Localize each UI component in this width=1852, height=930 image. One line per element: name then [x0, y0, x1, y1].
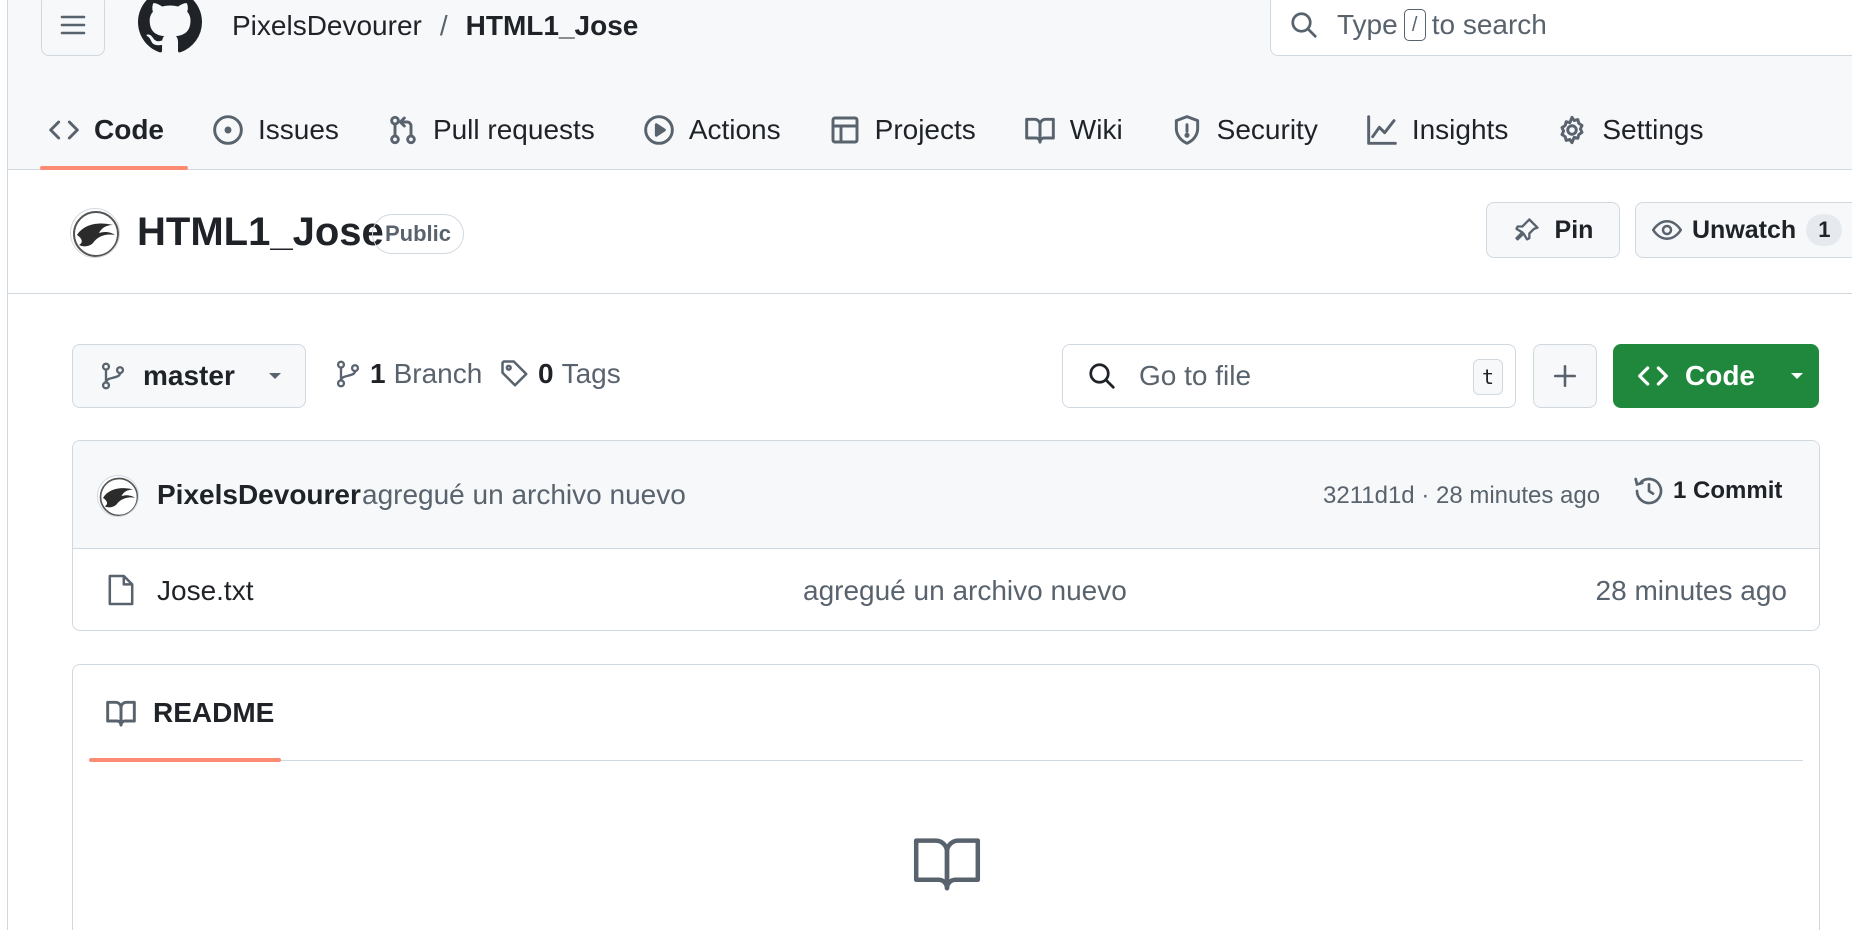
search-placeholder-prefix: Type: [1337, 9, 1398, 40]
tab-label: Issues: [258, 114, 339, 145]
repo-name-heading[interactable]: HTML1_Jose: [137, 210, 384, 255]
breadcrumb-repo-link[interactable]: HTML1_Jose: [466, 10, 639, 42]
repo-nav-tabs: Code Issues Pull requests Actions Projec…: [8, 90, 1728, 170]
table-icon: [831, 116, 859, 144]
tag-count-label: Tags: [561, 358, 621, 389]
tab-label: Wiki: [1069, 114, 1123, 145]
tab-readme[interactable]: README: [89, 665, 281, 762]
tab-pull-requests[interactable]: Pull requests: [363, 90, 619, 170]
eye-icon: [1652, 219, 1682, 241]
search-icon: [1089, 363, 1115, 389]
tab-label: Insights: [1411, 114, 1509, 145]
branch-icon: [101, 362, 125, 390]
history-icon: [1634, 477, 1663, 505]
commit-message-link[interactable]: agregué un archivo nuevo: [362, 479, 686, 511]
unwatch-button[interactable]: Unwatch 1: [1635, 202, 1852, 258]
readme-header: README: [89, 665, 1803, 762]
branch-name: master: [143, 360, 235, 391]
tab-label: Code: [94, 114, 164, 145]
code-icon: [49, 120, 79, 140]
repo-title-bar: HTML1_Jose Public Pin Unwatch 1: [8, 170, 1852, 294]
branch-icon: [336, 360, 360, 388]
go-to-file-input[interactable]: Go to file t: [1062, 344, 1516, 408]
tab-label: Security: [1216, 114, 1318, 145]
search-placeholder-suffix: to search: [1431, 9, 1547, 40]
commit-author-link[interactable]: PixelsDevourer: [157, 479, 361, 511]
gear-icon: [1560, 115, 1584, 145]
pin-icon: [1514, 218, 1539, 241]
pin-label: Pin: [1554, 215, 1594, 244]
go-to-file-shortcut: t: [1473, 359, 1503, 395]
search-shortcut-key: /: [1403, 9, 1426, 41]
book-icon: [106, 700, 136, 727]
code-button-label: Code: [1685, 360, 1755, 391]
readme-panel: README: [72, 664, 1820, 930]
code-icon: [1638, 366, 1668, 386]
graph-icon: [1367, 115, 1397, 145]
unwatch-label: Unwatch: [1692, 215, 1797, 244]
tab-projects[interactable]: Projects: [805, 90, 1000, 170]
pull-request-icon: [390, 115, 416, 145]
commit-history-link[interactable]: 1 Commit: [1633, 475, 1782, 507]
tag-icon: [501, 360, 528, 387]
tab-label: Projects: [874, 114, 976, 145]
github-logo-icon[interactable]: [138, 0, 202, 54]
commit-count-label: 1 Commit: [1673, 477, 1783, 504]
play-icon: [644, 115, 674, 145]
menu-button[interactable]: [41, 0, 105, 56]
watch-count-badge: 1: [1806, 214, 1843, 246]
file-commit-message[interactable]: agregué un archivo nuevo: [803, 575, 1127, 607]
readme-tab-label: README: [153, 697, 275, 728]
tags-link[interactable]: 0 Tags: [500, 358, 621, 390]
add-file-button[interactable]: [1533, 344, 1597, 408]
file-icon: [108, 574, 134, 606]
breadcrumb-owner-link[interactable]: PixelsDevourer: [232, 10, 422, 42]
tab-label: Pull requests: [432, 114, 595, 145]
code-dropdown-button[interactable]: Code: [1613, 344, 1819, 408]
tag-count: 0: [538, 358, 554, 389]
issue-icon: [213, 115, 243, 145]
commit-hash-and-time[interactable]: 3211d1d · 28 minutes ago: [1323, 482, 1600, 510]
tab-label: Actions: [688, 114, 781, 145]
tab-insights[interactable]: Insights: [1342, 90, 1533, 170]
tab-label: Settings: [1602, 114, 1704, 145]
shield-icon: [1174, 115, 1199, 145]
visibility-badge: Public: [372, 214, 465, 254]
file-name-link[interactable]: Jose.txt: [157, 575, 253, 607]
tab-wiki[interactable]: Wiki: [1000, 90, 1147, 170]
global-search-input[interactable]: Type / to search: [1270, 0, 1852, 56]
file-browser: PixelsDevourer agregué un archivo nuevo …: [72, 440, 1820, 631]
breadcrumb: PixelsDevourer / HTML1_Jose: [232, 10, 638, 42]
avatar-image: [98, 476, 138, 516]
app-header: PixelsDevourer / HTML1_Jose Type / to se…: [8, 0, 1852, 170]
go-to-file-placeholder: Go to file: [1139, 360, 1252, 391]
avatar-image: [72, 210, 119, 257]
window-edge: [0, 0, 8, 930]
latest-commit-row: PixelsDevourer agregué un archivo nuevo …: [73, 441, 1819, 549]
commit-author-avatar[interactable]: [97, 475, 139, 517]
tab-security[interactable]: Security: [1147, 90, 1342, 170]
hamburger-icon: [60, 15, 86, 35]
owner-avatar[interactable]: [70, 208, 120, 258]
file-commit-time: 28 minutes ago: [1595, 575, 1787, 606]
branch-selector[interactable]: master: [72, 344, 306, 408]
search-icon: [1291, 12, 1317, 38]
breadcrumb-separator: /: [439, 10, 448, 41]
caret-down-icon: [268, 373, 281, 379]
file-row[interactable]: Jose.txt agregué un archivo nuevo 28 min…: [73, 549, 1819, 630]
tab-actions[interactable]: Actions: [619, 90, 805, 170]
book-icon: [1024, 117, 1055, 144]
branch-count-label: Branch: [393, 358, 483, 389]
tab-issues[interactable]: Issues: [188, 90, 363, 170]
tab-settings[interactable]: Settings: [1532, 90, 1727, 170]
branch-count: 1: [370, 358, 386, 389]
pin-button[interactable]: Pin: [1486, 202, 1620, 258]
branches-link[interactable]: 1 Branch: [334, 358, 482, 390]
plus-icon: [1553, 364, 1577, 388]
caret-down-icon: [1791, 373, 1803, 379]
book-icon: [913, 838, 981, 891]
tab-code[interactable]: Code: [8, 90, 188, 170]
